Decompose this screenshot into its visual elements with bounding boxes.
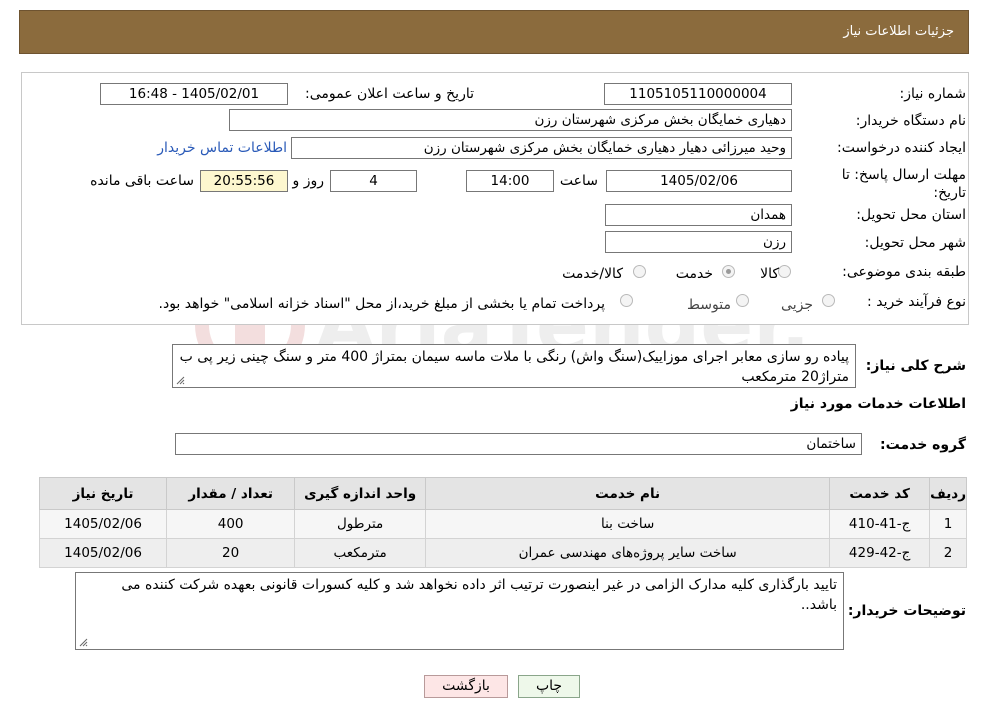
table-row: 1 ج-41-410 ساخت بنا مترطول 400 1405/02/0… — [38, 509, 967, 539]
cell-service-code: ج-42-429 — [829, 538, 931, 568]
buyer-notes-text: تایید بارگذاری کلیه مدارک الزامی در غیر … — [121, 577, 837, 613]
table-row: 2 ج-42-429 ساخت سایر پروژه‌های مهندسی عم… — [38, 538, 967, 568]
services-section-title: اطلاعات خدمات مورد نیاز — [790, 396, 966, 412]
description-field[interactable]: پیاده رو سازی معابر اجرای موزاییک(سنگ وا… — [172, 344, 856, 388]
page-title: جزئیات اطلاعات نیاز — [843, 24, 954, 39]
category-radio-goods[interactable] — [778, 265, 791, 278]
deadline-time-field: 14:00 — [466, 170, 554, 192]
announce-datetime-field: 1405/02/01 - 16:48 — [100, 83, 288, 105]
buyer-notes-field[interactable]: تایید بارگذاری کلیه مدارک الزامی در غیر … — [75, 572, 844, 650]
cell-service-code: ج-41-410 — [829, 509, 931, 539]
time-remaining-label: ساعت باقی مانده — [90, 173, 194, 189]
buyer-contact-link[interactable]: اطلاعات تماس خریدار — [157, 140, 287, 156]
city-label: شهر محل تحویل: — [864, 235, 966, 251]
category-option-goods: کالا — [760, 266, 779, 282]
category-radio-service[interactable] — [722, 265, 735, 278]
purchase-treasury-note: پرداخت تمام یا بخشی از مبلغ خرید،از محل … — [158, 296, 605, 312]
purchase-type-label: نوع فرآیند خرید : — [867, 294, 966, 310]
print-button[interactable]: چاپ — [518, 675, 580, 698]
cell-quantity: 20 — [166, 538, 296, 568]
province-label: استان محل تحویل: — [856, 207, 966, 223]
col-header-service-code: کد خدمت — [829, 477, 931, 510]
province-field: همدان — [605, 204, 792, 226]
category-option-service: خدمت — [675, 266, 713, 282]
deadline-time-label: ساعت — [559, 173, 598, 189]
description-label: شرح کلی نیاز: — [865, 358, 966, 374]
time-remaining-field: 20:55:56 — [200, 170, 288, 192]
page-header: جزئیات اطلاعات نیاز — [19, 10, 969, 54]
days-label: روز و — [292, 173, 325, 189]
col-header-need-date: تاریخ نیاز — [38, 477, 168, 510]
days-remaining-field: 4 — [330, 170, 417, 192]
services-table: ردیف کد خدمت نام خدمت واحد اندازه گیری ت… — [38, 477, 967, 568]
table-header-row: ردیف کد خدمت نام خدمت واحد اندازه گیری ت… — [38, 477, 967, 510]
category-option-goods-service: کالا/خدمت — [562, 266, 623, 282]
need-number-field: 1105105110000004 — [604, 83, 792, 105]
col-header-row-number: ردیف — [929, 477, 967, 510]
cell-need-date: 1405/02/06 — [38, 509, 168, 539]
cell-row-number: 1 — [929, 509, 967, 539]
cell-service-name: ساخت بنا — [425, 509, 831, 539]
category-label: طبقه بندی موضوعی: — [842, 264, 966, 280]
cell-row-number: 2 — [929, 538, 967, 568]
cell-unit: مترطول — [294, 509, 427, 539]
description-text: پیاده رو سازی معابر اجرای موزاییک(سنگ وا… — [179, 349, 849, 385]
resize-grip-icon[interactable] — [79, 638, 88, 647]
col-header-service-name: نام خدمت — [425, 477, 831, 510]
purchase-option-medium: متوسط — [687, 297, 731, 313]
city-field: رزن — [605, 231, 792, 253]
purchase-radio-medium[interactable] — [736, 294, 749, 307]
cell-unit: مترمکعب — [294, 538, 427, 568]
announce-datetime-label: تاریخ و ساعت اعلان عمومی: — [305, 86, 474, 102]
col-header-quantity: تعداد / مقدار — [166, 477, 296, 510]
col-header-unit: واحد اندازه گیری — [294, 477, 427, 510]
requester-label: ایجاد کننده درخواست: — [837, 140, 966, 156]
buyer-org-label: نام دستگاه خریدار: — [855, 113, 966, 129]
buyer-org-field: دهیاری خمایگان بخش مرکزی شهرستان رزن — [229, 109, 792, 131]
cell-need-date: 1405/02/06 — [38, 538, 168, 568]
service-group-label: گروه خدمت: — [880, 437, 966, 453]
buyer-notes-label: توضیحات خریدار: — [847, 603, 966, 619]
cell-service-name: ساخت سایر پروژه‌های مهندسی عمران — [425, 538, 831, 568]
service-group-field: ساختمان — [175, 433, 862, 455]
purchase-radio-minor[interactable] — [822, 294, 835, 307]
purchase-radio-treasury[interactable] — [620, 294, 633, 307]
cell-quantity: 400 — [166, 509, 296, 539]
requester-field: وحید میرزائی دهیار دهیاری خمایگان بخش مر… — [291, 137, 792, 159]
need-number-label: شماره نیاز: — [899, 86, 967, 102]
deadline-label: مهلت ارسال پاسخ: تا تاریخ: — [841, 167, 966, 201]
resize-grip-icon[interactable] — [176, 376, 185, 385]
deadline-date-field: 1405/02/06 — [606, 170, 792, 192]
back-button[interactable]: بازگشت — [424, 675, 508, 698]
purchase-option-minor: جزیی — [781, 297, 813, 313]
category-radio-goods-service[interactable] — [633, 265, 646, 278]
